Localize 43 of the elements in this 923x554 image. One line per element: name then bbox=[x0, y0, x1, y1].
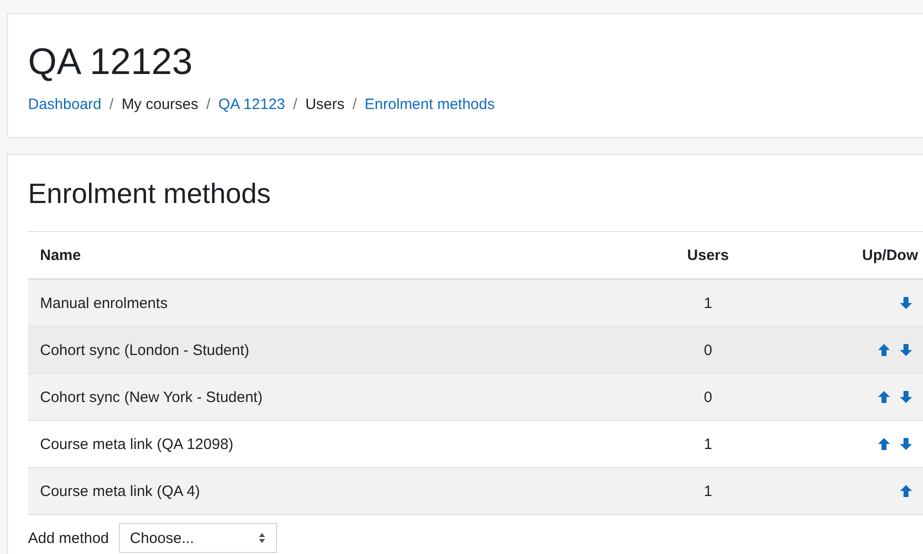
arrow-down-icon bbox=[899, 390, 913, 404]
arrow-up-icon bbox=[877, 390, 891, 404]
move-up-button[interactable] bbox=[899, 484, 913, 498]
table-cell-text: 0 bbox=[702, 388, 714, 406]
breadcrumb-separator: / bbox=[206, 96, 210, 113]
arrow-up-icon bbox=[877, 437, 891, 451]
column-header: Name bbox=[39, 246, 82, 264]
move-down-button[interactable] bbox=[899, 296, 913, 310]
arrow-down-icon bbox=[899, 296, 913, 310]
move-up-button[interactable] bbox=[877, 437, 891, 451]
table-cell-text: 1 bbox=[702, 436, 714, 452]
move-up-button[interactable] bbox=[877, 343, 891, 357]
column-header: Up/Dow bbox=[861, 246, 918, 264]
table-cell-text: Cohort sync (New York - Student) bbox=[39, 388, 264, 406]
move-down-button[interactable] bbox=[899, 437, 913, 451]
method-select[interactable]: Choose... bbox=[118, 523, 277, 553]
breadcrumb-separator: / bbox=[293, 96, 298, 113]
add-method-label: Add method bbox=[28, 530, 109, 546]
breadcrumb-separator: / bbox=[109, 96, 114, 113]
table-cell-text: Cohort sync (London - Student) bbox=[39, 342, 250, 358]
table-cell-text: 1 bbox=[702, 294, 714, 312]
arrow-up-icon bbox=[899, 484, 913, 498]
table-cell-text: Manual enrolments bbox=[39, 294, 169, 312]
breadcrumb-link[interactable]: QA 12123 bbox=[218, 96, 286, 113]
table-cell-text: 1 bbox=[702, 482, 714, 500]
move-up-button[interactable] bbox=[877, 390, 891, 404]
breadcrumb-separator: / bbox=[352, 96, 357, 113]
table-cell-text: Course meta link (QA 4) bbox=[39, 482, 202, 500]
arrow-down-icon bbox=[899, 343, 913, 357]
move-down-button[interactable] bbox=[899, 390, 913, 404]
table-cell-text: 0 bbox=[702, 342, 714, 358]
arrow-down-icon bbox=[899, 437, 913, 451]
breadcrumb-link[interactable]: Enrolment methods bbox=[364, 96, 495, 113]
select-caret-icon bbox=[258, 532, 266, 544]
move-down-button[interactable] bbox=[899, 343, 913, 357]
column-header: Users bbox=[686, 246, 730, 264]
section-title: Enrolment methods bbox=[28, 177, 272, 211]
arrow-up-icon bbox=[877, 343, 891, 357]
breadcrumb-text: Users bbox=[305, 96, 344, 113]
page-title: QA 12123 bbox=[28, 40, 194, 84]
table-cell-text: Course meta link (QA 12098) bbox=[39, 436, 234, 452]
breadcrumb-text: My courses bbox=[122, 96, 198, 113]
breadcrumb-link[interactable]: Dashboard bbox=[28, 96, 102, 113]
